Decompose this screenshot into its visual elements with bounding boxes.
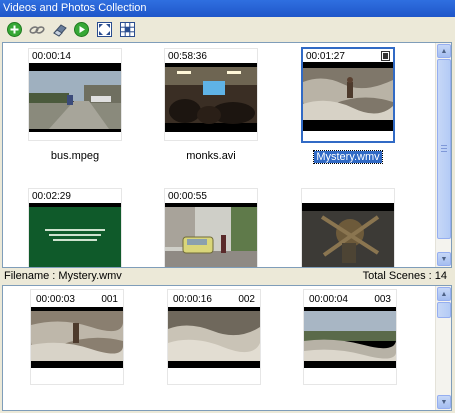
scene-time: 00:00:04 bbox=[309, 294, 348, 305]
window-title: Videos and Photos Collection bbox=[3, 2, 147, 14]
video-thumbnail-card[interactable]: 00:02:29 bbox=[28, 188, 122, 267]
video-thumbnail bbox=[303, 62, 393, 131]
scene-item[interactable]: 00:00:16 002 bbox=[167, 289, 261, 385]
grid-icon bbox=[120, 22, 135, 37]
scroll-up-button[interactable]: ▲ bbox=[437, 44, 451, 58]
scene-item[interactable]: 00:00:04 003 bbox=[303, 289, 397, 385]
scene-item[interactable]: 00:00:03 001 bbox=[30, 289, 124, 385]
scene-thumbnail bbox=[31, 307, 123, 368]
scroll-up-button[interactable]: ▲ bbox=[437, 287, 451, 301]
scene-thumbnail bbox=[304, 307, 396, 368]
video-duration: 00:58:36 bbox=[168, 51, 207, 62]
play-icon bbox=[74, 22, 89, 37]
scene-number: 002 bbox=[238, 294, 255, 305]
video-thumbnail bbox=[29, 63, 121, 132]
video-collection-pane[interactable]: 00:00:14 bus.mpeg 00:58:36 monks.avi 00:… bbox=[2, 42, 452, 268]
video-thumbnail-card[interactable] bbox=[301, 188, 395, 267]
scrollbar-thumb[interactable] bbox=[437, 59, 451, 239]
scenes-pane[interactable]: 00:00:03 001 00:00:16 002 00:00:04 003 ▲… bbox=[2, 285, 452, 411]
toolbar bbox=[0, 19, 455, 41]
video-filename: bus.mpeg bbox=[50, 150, 100, 162]
fit-icon bbox=[97, 22, 112, 37]
video-thumbnail-card[interactable]: 00:00:14 bbox=[28, 48, 122, 141]
video-duration: 00:02:29 bbox=[32, 191, 71, 202]
scene-time: 00:00:03 bbox=[36, 294, 75, 305]
video-thumbnail-card[interactable]: 00:01:27 bbox=[301, 47, 395, 143]
add-icon bbox=[7, 22, 22, 37]
scrollbar-thumb[interactable] bbox=[437, 302, 451, 318]
video-duration: 00:00:14 bbox=[32, 51, 71, 62]
total-scenes-label: Total Scenes : 14 bbox=[362, 270, 447, 282]
video-thumbnail bbox=[29, 203, 121, 267]
video-duration: 00:00:55 bbox=[168, 191, 207, 202]
video-thumbnail-card[interactable]: 00:58:36 bbox=[164, 48, 258, 141]
scenes-scrollbar[interactable]: ▲ ▼ bbox=[435, 286, 451, 410]
scroll-down-button[interactable]: ▼ bbox=[437, 252, 451, 266]
window-title-bar: Videos and Photos Collection bbox=[0, 0, 455, 17]
video-thumbnail bbox=[302, 203, 394, 267]
scene-time: 00:00:16 bbox=[173, 294, 212, 305]
eraser-button[interactable] bbox=[51, 21, 68, 38]
collection-scrollbar[interactable]: ▲ ▼ bbox=[435, 43, 451, 267]
scene-number: 001 bbox=[101, 294, 118, 305]
grid-view-button[interactable] bbox=[119, 21, 136, 38]
eraser-icon bbox=[52, 24, 67, 37]
scroll-down-button[interactable]: ▼ bbox=[437, 395, 451, 409]
scene-number: 003 bbox=[374, 294, 391, 305]
link-button[interactable] bbox=[28, 21, 45, 38]
status-bar: Filename : Mystery.wmv Total Scenes : 14 bbox=[0, 268, 455, 285]
video-filename-selected: Mystery.wmv bbox=[313, 150, 383, 164]
scene-thumbnail bbox=[168, 307, 260, 368]
play-button[interactable] bbox=[73, 21, 90, 38]
fit-view-button[interactable] bbox=[96, 21, 113, 38]
video-thumbnail bbox=[165, 203, 257, 267]
link-icon bbox=[28, 25, 45, 34]
video-thumbnail-card[interactable]: 00:00:55 bbox=[164, 188, 258, 267]
add-button[interactable] bbox=[6, 21, 23, 38]
filename-label: Filename : Mystery.wmv bbox=[4, 270, 122, 282]
video-filename: monks.avi bbox=[186, 150, 236, 162]
video-thumbnail bbox=[165, 63, 257, 132]
